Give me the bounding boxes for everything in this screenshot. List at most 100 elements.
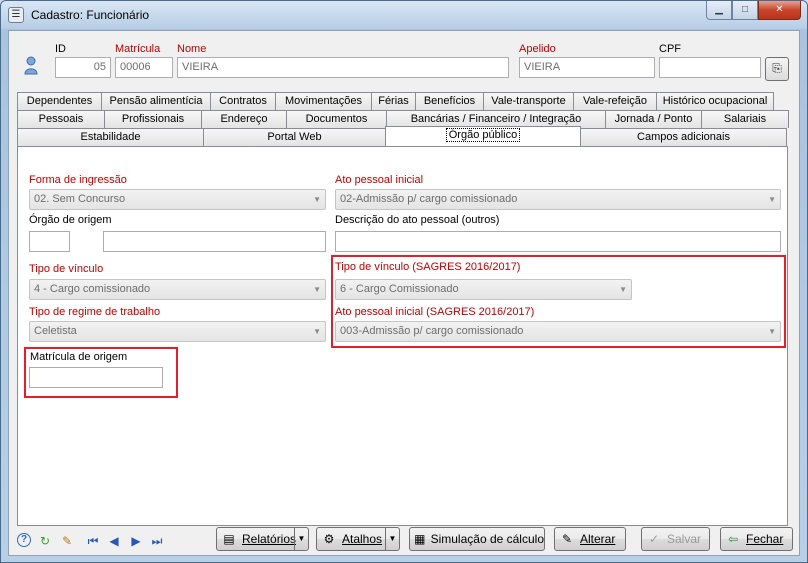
tab-row-3: Estabilidade Portal Web Órgão público Ca… [17, 126, 787, 146]
chevron-down-icon: ▼ [619, 285, 627, 294]
matricula-label: Matrícula [115, 43, 161, 55]
ato-pessoal-label: Ato pessoal inicial [335, 174, 424, 186]
salvar-label: Salvar [667, 532, 702, 546]
tab-orgao-publico[interactable]: Órgão público [385, 126, 581, 146]
save-check-icon: ✓ [648, 532, 660, 546]
previous-record-icon[interactable]: ◀ [106, 533, 122, 549]
client-area: ID 05 Matrícula 00006 Nome VIEIRA Apelid… [8, 30, 800, 556]
alterar-label: Alterar [580, 532, 616, 546]
ato-pessoal-value: 02-Admissão p/ cargo comissionado [340, 193, 518, 205]
relatorios-dropdown-icon[interactable]: ▼ [294, 528, 308, 550]
tab-vale-transporte[interactable]: Vale-transporte [483, 92, 574, 110]
atalhos-dropdown-icon[interactable]: ▼ [385, 528, 399, 550]
tipo-vinculo-label: Tipo de vínculo [29, 263, 104, 275]
chevron-down-icon: ▼ [313, 195, 321, 204]
forma-ingresso-label: Forma de ingressão [29, 174, 127, 186]
nome-field[interactable]: VIEIRA [177, 57, 509, 78]
orgao-publico-panel: Forma de ingressão 02. Sem Concurso ▼ At… [17, 146, 788, 526]
ato-pessoal-sagres-label: Ato pessoal inicial (SAGRES 2016/2017) [335, 306, 535, 318]
tab-profissionais[interactable]: Profissionais [104, 110, 202, 128]
tab-ferias[interactable]: Férias [371, 92, 416, 110]
tab-movimentacoes[interactable]: Movimentações [275, 92, 372, 110]
title-bar[interactable]: ☰ Cadastro: Funcionário ▁ □ ✕ [1, 1, 807, 29]
tab-endereco[interactable]: Endereço [201, 110, 287, 128]
tab-estabilidade[interactable]: Estabilidade [17, 128, 204, 146]
orgao-origem-name-field[interactable] [103, 231, 326, 252]
tab-pensao[interactable]: Pensão alimentícia [101, 92, 211, 110]
cpf-label: CPF [659, 43, 681, 55]
orgao-origem-label: Órgão de origem [29, 214, 112, 226]
descricao-ato-label: Descrição do ato pessoal (outros) [335, 214, 500, 226]
cpf-field[interactable] [659, 57, 761, 78]
forma-ingresso-select[interactable]: 02. Sem Concurso ▼ [29, 189, 326, 210]
apelido-field[interactable]: VIEIRA [519, 57, 655, 78]
tab-pessoais[interactable]: Pessoais [17, 110, 105, 128]
chevron-down-icon: ▼ [313, 285, 321, 294]
tab-beneficios[interactable]: Benefícios [415, 92, 484, 110]
window-title: Cadastro: Funcionário [31, 8, 150, 22]
tab-campos-adicionais[interactable]: Campos adicionais [580, 128, 787, 146]
nome-label: Nome [177, 43, 207, 55]
tipo-vinculo-select[interactable]: 4 - Cargo comissionado ▼ [29, 279, 326, 300]
tab-jornada[interactable]: Jornada / Ponto [605, 110, 702, 128]
tipo-regime-label: Tipo de regime de trabalho [29, 306, 161, 318]
user-icon [24, 56, 38, 75]
maximize-icon[interactable]: □ [732, 1, 758, 20]
notes-icon[interactable]: ✎ [59, 533, 75, 549]
help-icon[interactable]: ? [17, 533, 31, 547]
gear-icon: ⚙ [323, 532, 335, 546]
apelido-label: Apelido [519, 43, 556, 55]
tab-dependentes[interactable]: Dependentes [17, 92, 102, 110]
matricula-field[interactable]: 00006 [115, 57, 173, 78]
matricula-origem-field[interactable] [29, 367, 163, 388]
exit-icon: ⇦ [727, 532, 739, 546]
ato-pessoal-sagres-value: 003-Admissão p/ cargo comissionado [340, 325, 524, 337]
orgao-origem-code-field[interactable] [29, 231, 70, 252]
last-record-icon[interactable]: ⏭ [149, 533, 165, 549]
simulacao-button[interactable]: ▦ Simulação de cálculo [409, 527, 545, 551]
tipo-vinculo-sagres-select[interactable]: 6 - Cargo Comissionado ▼ [335, 279, 632, 300]
calculator-icon: ▦ [414, 532, 426, 546]
edit-icon: ✎ [561, 532, 573, 546]
fechar-label: Fechar [746, 532, 784, 546]
chevron-down-icon: ▼ [313, 327, 321, 336]
matricula-origem-label: Matrícula de origem [30, 351, 128, 363]
tab-documentos[interactable]: Documentos [286, 110, 387, 128]
app-icon: ☰ [8, 7, 24, 23]
relatorios-label: Relatórios [242, 532, 297, 546]
cpf-lookup-button[interactable]: ⎘ [765, 57, 789, 81]
window-controls: ▁ □ ✕ [706, 1, 801, 20]
alterar-button[interactable]: ✎ Alterar [554, 527, 626, 551]
atalhos-button[interactable]: ⚙ Atalhos ▼ [316, 527, 400, 551]
tab-salariais[interactable]: Salariais [701, 110, 789, 128]
forma-ingresso-value: 02. Sem Concurso [34, 193, 126, 205]
report-icon: ▤ [223, 532, 235, 546]
ato-pessoal-sagres-select[interactable]: 003-Admissão p/ cargo comissionado ▼ [335, 321, 781, 342]
refresh-icon[interactable]: ↻ [37, 533, 53, 549]
close-icon[interactable]: ✕ [758, 1, 801, 20]
tab-row-1: Dependentes Pensão alimentícia Contratos… [17, 92, 774, 110]
descricao-ato-field[interactable] [335, 231, 781, 252]
relatorios-button[interactable]: ▤ Relatórios ▼ [216, 527, 309, 551]
tipo-vinculo-sagres-value: 6 - Cargo Comissionado [340, 283, 459, 295]
chevron-down-icon: ▼ [768, 195, 776, 204]
tipo-regime-select[interactable]: Celetista ▼ [29, 321, 326, 342]
tab-historico[interactable]: Histórico ocupacional [656, 92, 774, 110]
salvar-button[interactable]: ✓ Salvar [641, 527, 710, 551]
minimize-icon[interactable]: ▁ [706, 1, 732, 20]
first-record-icon[interactable]: ⏮ [85, 533, 101, 549]
tipo-vinculo-sagres-label: Tipo de vínculo (SAGRES 2016/2017) [335, 261, 521, 273]
tab-vale-refeicao[interactable]: Vale-refeição [573, 92, 657, 110]
tab-orgao-publico-label: Órgão público [445, 128, 521, 142]
tab-contratos[interactable]: Contratos [210, 92, 276, 110]
fechar-button[interactable]: ⇦ Fechar [720, 527, 793, 551]
ato-pessoal-select[interactable]: 02-Admissão p/ cargo comissionado ▼ [335, 189, 781, 210]
tipo-regime-value: Celetista [34, 325, 77, 337]
chevron-down-icon: ▼ [768, 327, 776, 336]
tab-portal-web[interactable]: Portal Web [203, 128, 386, 146]
tipo-vinculo-value: 4 - Cargo comissionado [34, 283, 151, 295]
bottom-toolbar: ? ↻ ✎ ⏮ ◀ ▶ ⏭ ▤ Relatórios ▼ ⚙ Atalhos ▼… [9, 527, 799, 555]
id-field[interactable]: 05 [55, 57, 111, 78]
next-record-icon[interactable]: ▶ [128, 533, 144, 549]
id-label: ID [55, 43, 66, 55]
